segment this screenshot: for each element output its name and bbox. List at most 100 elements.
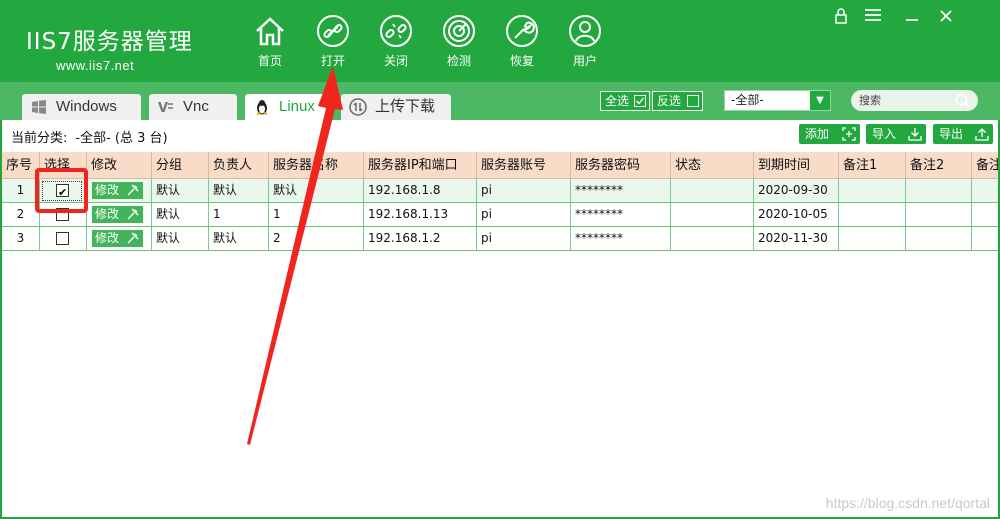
open-button[interactable]: 打开 <box>305 14 361 69</box>
select-all-button[interactable]: 全选 <box>600 91 650 111</box>
windows-icon <box>32 100 46 115</box>
col-owner[interactable]: 负责人 <box>209 152 269 179</box>
gauge-icon <box>443 15 475 47</box>
tab-vnc[interactable]: V Vnc <box>149 94 237 120</box>
cell-note1 <box>839 179 906 202</box>
invert-selection-label: 反选 <box>657 94 682 108</box>
invert-selection-button[interactable]: 反选 <box>652 91 703 111</box>
edit-label: 修改 <box>95 207 120 221</box>
cell-expire: 2020-09-30 <box>754 179 839 202</box>
col-account[interactable]: 服务器账号 <box>477 152 571 179</box>
cell-group: 默认 <box>152 203 209 226</box>
cell-password: ******** <box>571 179 671 202</box>
cell-group: 默认 <box>152 227 209 250</box>
cell-select[interactable] <box>40 227 87 250</box>
add-label: 添加 <box>805 127 830 141</box>
search-placeholder: 搜索 <box>859 94 881 107</box>
lock-icon[interactable] <box>834 8 848 28</box>
row-checkbox[interactable] <box>56 232 69 245</box>
cell-account: pi <box>477 179 571 202</box>
detect-label: 检测 <box>446 54 471 68</box>
svg-text:V: V <box>158 101 168 116</box>
download-icon <box>908 128 922 141</box>
import-label: 导入 <box>872 127 897 141</box>
cell-ip: 192.168.1.8 <box>364 179 477 202</box>
current-category-value: -全部- (总 3 台) <box>75 131 168 146</box>
tab-transfer-label: 上传下载 <box>375 98 436 115</box>
detect-button[interactable]: 检测 <box>431 14 487 69</box>
close-connection-button[interactable]: 关闭 <box>368 14 424 69</box>
col-note1[interactable]: 备注1 <box>839 152 906 179</box>
edit-button[interactable]: 修改 <box>92 206 143 223</box>
cell-group: 默认 <box>152 179 209 202</box>
add-icon <box>842 127 856 141</box>
current-category: 当前分类: -全部- (总 3 台) <box>11 127 168 146</box>
cell-status <box>671 179 754 202</box>
table-row[interactable]: 3 修改 默认 默认 2 192.168.1.2 pi ******** 202… <box>2 227 998 251</box>
cell-expire: 2020-11-30 <box>754 227 839 250</box>
col-status[interactable]: 状态 <box>671 152 754 179</box>
current-category-label: 当前分类: <box>11 131 68 146</box>
table-row[interactable]: 2 修改 默认 1 1 192.168.1.13 pi ******** 202… <box>2 203 998 227</box>
cell-password: ******** <box>571 203 671 226</box>
restore-button[interactable]: 恢复 <box>494 14 550 69</box>
tools-icon <box>127 184 139 196</box>
col-name[interactable]: 服务器名称 <box>269 152 364 179</box>
app-logo: IIS7服务器管理 www.iis7.net <box>26 22 193 73</box>
home-label: 首页 <box>257 54 282 68</box>
search-input[interactable]: 搜索 <box>851 90 978 111</box>
tab-windows[interactable]: Windows <box>22 94 141 120</box>
search-icon[interactable] <box>955 93 970 108</box>
col-edit[interactable]: 修改 <box>87 152 152 179</box>
cell-name: 1 <box>269 203 364 226</box>
tab-strip: Windows V Vnc Linux 上传下载 全选 反选 <box>0 82 1000 120</box>
close-icon[interactable] <box>938 8 954 28</box>
cell-edit: 修改 <box>87 179 152 202</box>
col-expire[interactable]: 到期时间 <box>754 152 839 179</box>
cell-note2 <box>906 227 972 250</box>
col-note3[interactable]: 备注3 <box>972 152 998 179</box>
col-ip[interactable]: 服务器IP和端口 <box>364 152 477 179</box>
close-connection-label: 关闭 <box>383 54 408 68</box>
cell-status <box>671 227 754 250</box>
category-select[interactable]: -全部- ▼ <box>724 90 831 111</box>
logo-text: IIS7服务器管理 <box>26 29 193 55</box>
cell-ip: 192.168.1.13 <box>364 203 477 226</box>
cell-expire: 2020-10-05 <box>754 203 839 226</box>
cell-owner: 1 <box>209 203 269 226</box>
home-button[interactable]: 首页 <box>242 14 298 69</box>
checkbox-icon <box>634 95 646 107</box>
linux-icon <box>256 100 268 115</box>
cell-note1 <box>839 227 906 250</box>
cell-ip: 192.168.1.2 <box>364 227 477 250</box>
open-label: 打开 <box>320 54 345 68</box>
menu-icon[interactable] <box>864 8 882 26</box>
tab-transfer[interactable]: 上传下载 <box>341 94 451 120</box>
user-button[interactable]: 用户 <box>557 14 613 69</box>
col-group[interactable]: 分组 <box>152 152 209 179</box>
cell-note1 <box>839 203 906 226</box>
cell-note3 <box>972 227 998 250</box>
cell-account: pi <box>477 227 571 250</box>
cell-name: 2 <box>269 227 364 250</box>
logo-url: www.iis7.net <box>56 58 135 73</box>
add-button[interactable]: 添加 <box>799 124 860 144</box>
tab-windows-label: Windows <box>56 98 117 115</box>
edit-button[interactable]: 修改 <box>92 230 143 247</box>
cell-note2 <box>906 179 972 202</box>
col-password[interactable]: 服务器密码 <box>571 152 671 179</box>
import-button[interactable]: 导入 <box>866 124 926 144</box>
table-row[interactable]: 1 修改 默认 默认 默认 192.168.1.8 pi ******** 20… <box>2 179 998 203</box>
col-note2[interactable]: 备注2 <box>906 152 972 179</box>
annotation-highlight-box <box>35 168 88 213</box>
tools-icon <box>127 232 139 244</box>
tab-vnc-label: Vnc <box>183 98 209 115</box>
chevron-down-icon[interactable]: ▼ <box>810 91 830 110</box>
user-icon <box>569 15 601 47</box>
export-button[interactable]: 导出 <box>933 124 993 144</box>
tab-linux[interactable]: Linux <box>245 94 331 120</box>
minimize-icon[interactable] <box>904 8 920 28</box>
edit-button[interactable]: 修改 <box>92 182 143 199</box>
cell-note3 <box>972 203 998 226</box>
transfer-icon <box>349 98 367 116</box>
